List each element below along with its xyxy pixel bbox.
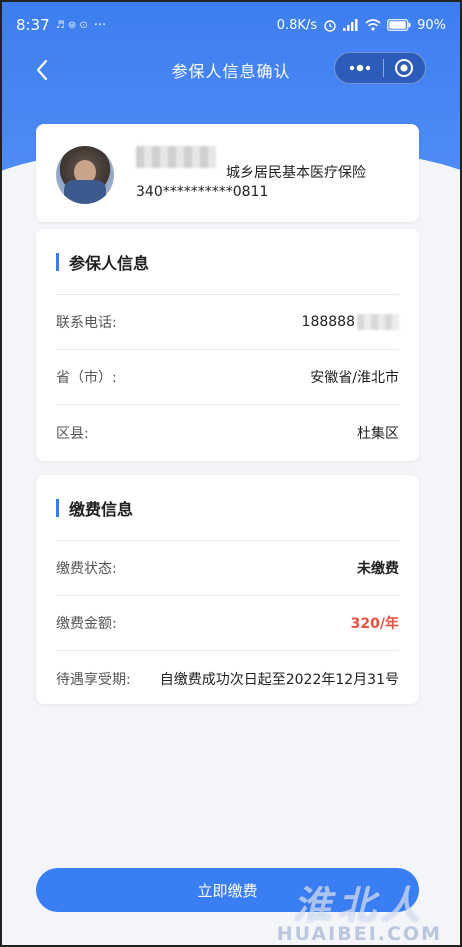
insurance-plan-name: 城乡居民基本医疗保险: [226, 165, 366, 181]
chevron-left-icon: [36, 59, 48, 81]
id-number: 340**********0811: [136, 184, 269, 200]
province-row: 省（市）: 安徽省/淮北市: [56, 350, 399, 405]
status-right: 0.8K/s 90%: [277, 18, 446, 33]
section-accent-bar: [56, 252, 59, 271]
section-title: 参保人信息: [69, 253, 150, 273]
battery-level: 90%: [417, 17, 446, 33]
benefit-period-value: 自缴费成功次日起至2022年12月31号: [159, 671, 399, 688]
district-label: 区县:: [56, 425, 89, 442]
province-label: 省（市）:: [56, 370, 117, 386]
capsule-divider: [382, 59, 384, 77]
more-options-icon[interactable]: [347, 64, 373, 72]
redacted-name: [136, 146, 216, 168]
more-notifications-icon: ···: [93, 17, 107, 33]
navigation-bar: 参保人信息确认: [2, 50, 460, 90]
battery-icon: [387, 19, 411, 31]
phone-screen: 8:37 ♬ ⊛ ⊙ ··· 0.8K/s 90% 参保人信息确认 城乡居民基本…: [0, 0, 462, 947]
district-row: 区县: 杜集区: [56, 405, 399, 460]
phone-row: 联系电话: 188888: [56, 295, 399, 350]
section-header: 缴费信息: [56, 475, 399, 541]
page-title: 参保人信息确认: [171, 62, 291, 81]
status-time: 8:37: [16, 16, 50, 34]
payment-amount-label: 缴费金额:: [56, 616, 117, 632]
watermark-english: HUAIBEI.COM: [276, 923, 442, 945]
district-value: 杜集区: [357, 425, 399, 442]
signal-icon: [343, 19, 358, 31]
back-button[interactable]: [28, 56, 56, 84]
avatar: [56, 146, 114, 204]
benefit-period-label: 待遇享受期:: [56, 671, 131, 688]
payment-status-label: 缴费状态:: [56, 561, 117, 577]
section-accent-bar: [56, 498, 59, 517]
province-value: 安徽省/淮北市: [310, 370, 399, 386]
network-speed: 0.8K/s: [276, 17, 318, 33]
notification-icons: ♬ ⊛ ⊙: [55, 19, 88, 31]
status-bar: 8:37 ♬ ⊛ ⊙ ··· 0.8K/s 90%: [16, 14, 446, 36]
payment-amount-row: 缴费金额: 320/年: [56, 596, 399, 651]
payment-info-card: 缴费信息 缴费状态: 未缴费 缴费金额: 320/年 待遇享受期: 自缴费成功次…: [36, 475, 419, 704]
phone-label: 联系电话:: [56, 315, 117, 331]
phone-value: 188888: [301, 314, 355, 330]
benefit-period-row: 待遇享受期: 自缴费成功次日起至2022年12月31号: [56, 651, 399, 706]
payment-status-value: 未缴费: [357, 561, 399, 577]
alarm-icon: [324, 20, 336, 32]
pay-now-button[interactable]: 立即缴费: [36, 868, 419, 912]
mini-program-capsule: [334, 52, 426, 84]
payment-status-row: 缴费状态: 未缴费: [56, 541, 399, 596]
redacted-phone-digits: [357, 314, 399, 330]
section-header: 参保人信息: [56, 229, 399, 295]
section-title: 缴费信息: [69, 499, 134, 519]
status-left: 8:37 ♬ ⊛ ⊙ ···: [16, 16, 106, 34]
close-mini-program-icon[interactable]: [393, 57, 415, 79]
payment-amount-value: 320/年: [350, 616, 399, 632]
profile-card: 城乡居民基本医疗保险 340**********0811: [36, 124, 419, 222]
wifi-icon: [365, 19, 381, 31]
phone-value-wrap: 188888: [302, 314, 399, 330]
avatar-body: [64, 180, 106, 204]
insured-info-card: 参保人信息 联系电话: 188888 省（市）: 安徽省/淮北市 区县: 杜集区: [36, 229, 419, 461]
